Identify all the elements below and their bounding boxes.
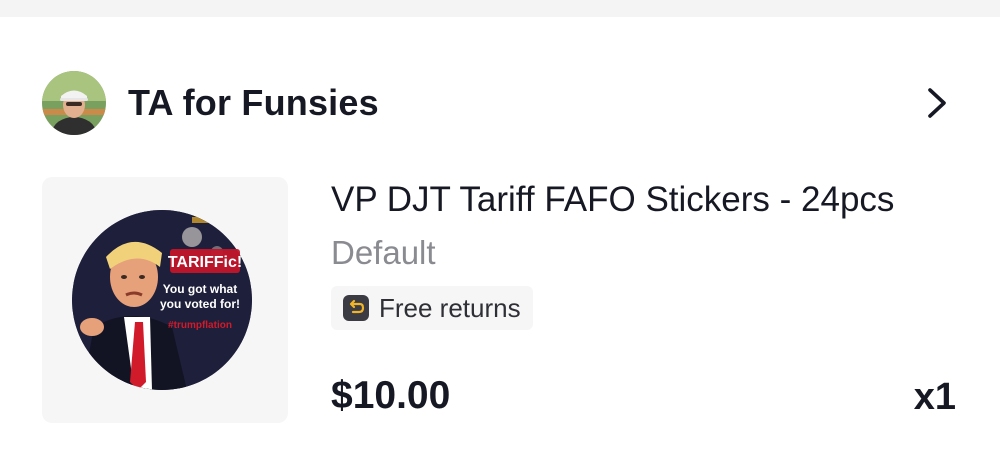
product-variant: Default [331,234,436,271]
product-title[interactable]: VP DJT Tariff FAFO Stickers - 24pcs [331,179,956,221]
sticker-line-2: you voted for! [160,297,240,311]
top-divider-strip [0,0,1000,17]
return-arrow-icon [343,295,369,321]
sticker-headline: TARIFFic! [168,254,242,271]
product-quantity: x1 [913,376,956,418]
free-returns-badge: Free returns [331,286,533,330]
shop-avatar[interactable] [42,71,106,135]
order-item-card: TA for Funsies TARIFFic! You got what yo… [0,17,1000,451]
sticker-hashtag: #trumpflation [168,320,232,331]
product-price: $10.00 [331,374,451,417]
chevron-right-icon[interactable] [922,86,952,120]
sticker-line-1: You got what [163,282,237,296]
shop-header[interactable]: TA for Funsies [42,70,958,136]
product-thumbnail[interactable]: TARIFFic! You got what you voted for! #t… [42,177,288,423]
shop-name[interactable]: TA for Funsies [128,82,379,124]
free-returns-label: Free returns [379,292,521,323]
sticker-image: TARIFFic! You got what you voted for! #t… [72,210,252,390]
avatar-image [42,71,106,135]
